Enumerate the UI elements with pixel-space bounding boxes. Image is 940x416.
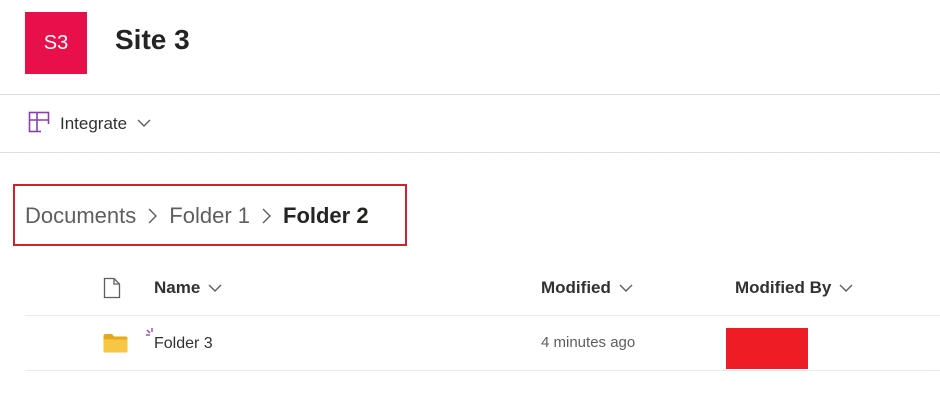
command-bar-divider <box>0 152 940 153</box>
column-header-name-label: Name <box>154 278 201 297</box>
chevron-down-icon <box>208 278 222 298</box>
site-title[interactable]: Site 3 <box>115 24 190 56</box>
chevron-down-icon <box>839 278 853 298</box>
chevron-right-icon <box>262 208 271 224</box>
header-divider <box>0 94 940 95</box>
breadcrumb-item-folder-1[interactable]: Folder 1 <box>169 203 250 229</box>
table-row[interactable]: Folder 3 4 minutes ago <box>0 316 940 370</box>
chevron-down-icon <box>619 278 633 298</box>
column-header-modified-by[interactable]: Modified By <box>735 278 853 298</box>
integrate-label: Integrate <box>60 114 128 133</box>
row-modified: 4 minutes ago <box>541 334 636 351</box>
column-header-modified-by-label: Modified By <box>735 278 832 297</box>
site-logo[interactable]: S3 <box>25 12 87 74</box>
site-logo-text: S3 <box>43 31 69 54</box>
column-header-modified[interactable]: Modified <box>541 278 633 298</box>
folder-icon <box>103 333 128 358</box>
chevron-right-icon <box>148 208 158 224</box>
integrate-icon <box>28 111 50 138</box>
row-name[interactable]: Folder 3 <box>154 335 213 353</box>
chevron-down-icon <box>137 115 151 133</box>
breadcrumb-item-documents[interactable]: Documents <box>25 203 136 229</box>
breadcrumb-item-folder-2[interactable]: Folder 2 <box>283 203 369 229</box>
row-divider <box>25 370 940 371</box>
redacted-modified-by <box>726 328 808 369</box>
column-header-modified-label: Modified <box>541 278 611 297</box>
column-header-name[interactable]: Name <box>154 278 222 298</box>
file-type-icon[interactable] <box>103 277 121 304</box>
breadcrumb: Documents Folder 1 Folder 2 <box>25 200 369 232</box>
integrate-button[interactable]: Integrate <box>28 110 151 138</box>
